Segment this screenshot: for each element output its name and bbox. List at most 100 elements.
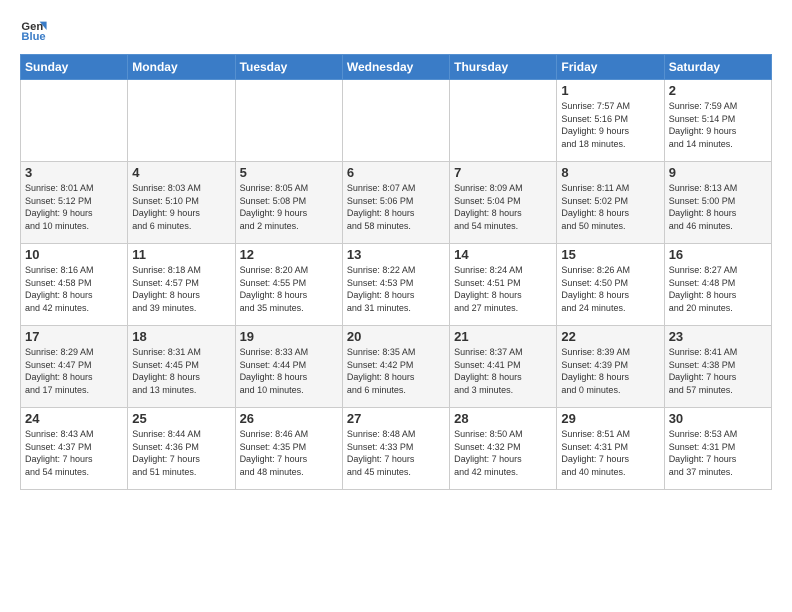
day-header-monday: Monday xyxy=(128,55,235,80)
day-number: 14 xyxy=(454,247,552,262)
day-info: Sunrise: 8:11 AM Sunset: 5:02 PM Dayligh… xyxy=(561,182,659,232)
day-info: Sunrise: 8:03 AM Sunset: 5:10 PM Dayligh… xyxy=(132,182,230,232)
calendar-container: Gen Blue SundayMondayTuesdayWednesdayThu… xyxy=(0,0,792,500)
day-number: 11 xyxy=(132,247,230,262)
day-info: Sunrise: 7:57 AM Sunset: 5:16 PM Dayligh… xyxy=(561,100,659,150)
day-number: 13 xyxy=(347,247,445,262)
day-number: 20 xyxy=(347,329,445,344)
day-info: Sunrise: 8:22 AM Sunset: 4:53 PM Dayligh… xyxy=(347,264,445,314)
day-cell xyxy=(128,80,235,162)
day-info: Sunrise: 8:07 AM Sunset: 5:06 PM Dayligh… xyxy=(347,182,445,232)
day-number: 25 xyxy=(132,411,230,426)
day-cell: 13 Sunrise: 8:22 AM Sunset: 4:53 PM Dayli… xyxy=(342,244,449,326)
day-info: Sunrise: 8:44 AM Sunset: 4:36 PM Dayligh… xyxy=(132,428,230,478)
day-number: 2 xyxy=(669,83,767,98)
day-info: Sunrise: 8:29 AM Sunset: 4:47 PM Dayligh… xyxy=(25,346,123,396)
day-info: Sunrise: 8:05 AM Sunset: 5:08 PM Dayligh… xyxy=(240,182,338,232)
day-cell: 24Sunrise: 8:43 AM Sunset: 4:37 PM Dayli… xyxy=(21,408,128,490)
week-row-4: 17Sunrise: 8:29 AM Sunset: 4:47 PM Dayli… xyxy=(21,326,772,408)
day-header-thursday: Thursday xyxy=(450,55,557,80)
day-info: Sunrise: 8:09 AM Sunset: 5:04 PM Dayligh… xyxy=(454,182,552,232)
day-info: Sunrise: 8:50 AM Sunset: 4:32 PM Dayligh… xyxy=(454,428,552,478)
day-header-wednesday: Wednesday xyxy=(342,55,449,80)
day-cell: 10 Sunrise: 8:16 AM Sunset: 4:58 PM Dayli… xyxy=(21,244,128,326)
day-cell: 12 Sunrise: 8:20 AM Sunset: 4:55 PM Dayli… xyxy=(235,244,342,326)
day-number: 23 xyxy=(669,329,767,344)
day-header-sunday: Sunday xyxy=(21,55,128,80)
header: Gen Blue xyxy=(20,16,772,44)
day-info: Sunrise: 8:01 AM Sunset: 5:12 PM Dayligh… xyxy=(25,182,123,232)
day-info: Sunrise: 8:24 AM Sunset: 4:51 PM Dayligh… xyxy=(454,264,552,314)
svg-text:Blue: Blue xyxy=(21,31,45,43)
day-info: Sunrise: 8:53 AM Sunset: 4:31 PM Dayligh… xyxy=(669,428,767,478)
day-cell xyxy=(450,80,557,162)
day-number: 8 xyxy=(561,165,659,180)
week-row-3: 10 Sunrise: 8:16 AM Sunset: 4:58 PM Dayli… xyxy=(21,244,772,326)
day-info: Sunrise: 8:16 AM Sunset: 4:58 PM Dayligh… xyxy=(25,264,123,314)
week-row-5: 24Sunrise: 8:43 AM Sunset: 4:37 PM Dayli… xyxy=(21,408,772,490)
day-cell: 1 Sunrise: 7:57 AM Sunset: 5:16 PM Daylig… xyxy=(557,80,664,162)
day-number: 1 xyxy=(561,83,659,98)
day-cell: 21 Sunrise: 8:37 AM Sunset: 4:41 PM Dayli… xyxy=(450,326,557,408)
day-cell xyxy=(342,80,449,162)
day-info: Sunrise: 8:35 AM Sunset: 4:42 PM Dayligh… xyxy=(347,346,445,396)
day-number: 27 xyxy=(347,411,445,426)
day-info: Sunrise: 8:26 AM Sunset: 4:50 PM Dayligh… xyxy=(561,264,659,314)
day-cell: 30 Sunrise: 8:53 AM Sunset: 4:31 PM Dayli… xyxy=(664,408,771,490)
day-number: 21 xyxy=(454,329,552,344)
day-cell xyxy=(21,80,128,162)
day-cell: 16Sunrise: 8:27 AM Sunset: 4:48 PM Dayli… xyxy=(664,244,771,326)
day-cell xyxy=(235,80,342,162)
day-cell: 23Sunrise: 8:41 AM Sunset: 4:38 PM Dayli… xyxy=(664,326,771,408)
day-info: Sunrise: 8:33 AM Sunset: 4:44 PM Dayligh… xyxy=(240,346,338,396)
day-cell: 28Sunrise: 8:50 AM Sunset: 4:32 PM Dayli… xyxy=(450,408,557,490)
day-info: Sunrise: 8:46 AM Sunset: 4:35 PM Dayligh… xyxy=(240,428,338,478)
day-header-tuesday: Tuesday xyxy=(235,55,342,80)
header-row: SundayMondayTuesdayWednesdayThursdayFrid… xyxy=(21,55,772,80)
day-info: Sunrise: 8:18 AM Sunset: 4:57 PM Dayligh… xyxy=(132,264,230,314)
day-cell: 25 Sunrise: 8:44 AM Sunset: 4:36 PM Dayli… xyxy=(128,408,235,490)
day-number: 15 xyxy=(561,247,659,262)
day-number: 29 xyxy=(561,411,659,426)
day-cell: 2 Sunrise: 7:59 AM Sunset: 5:14 PM Daylig… xyxy=(664,80,771,162)
day-info: Sunrise: 8:37 AM Sunset: 4:41 PM Dayligh… xyxy=(454,346,552,396)
day-info: Sunrise: 8:27 AM Sunset: 4:48 PM Dayligh… xyxy=(669,264,767,314)
day-number: 19 xyxy=(240,329,338,344)
day-header-friday: Friday xyxy=(557,55,664,80)
day-cell: 6Sunrise: 8:07 AM Sunset: 5:06 PM Daylig… xyxy=(342,162,449,244)
day-cell: 26 Sunrise: 8:46 AM Sunset: 4:35 PM Dayli… xyxy=(235,408,342,490)
day-number: 3 xyxy=(25,165,123,180)
logo-icon: Gen Blue xyxy=(20,16,48,44)
day-number: 9 xyxy=(669,165,767,180)
logo: Gen Blue xyxy=(20,16,52,44)
day-number: 22 xyxy=(561,329,659,344)
week-row-2: 3 Sunrise: 8:01 AM Sunset: 5:12 PM Daylig… xyxy=(21,162,772,244)
day-number: 10 xyxy=(25,247,123,262)
day-cell: 8 Sunrise: 8:11 AM Sunset: 5:02 PM Daylig… xyxy=(557,162,664,244)
day-cell: 7 Sunrise: 8:09 AM Sunset: 5:04 PM Daylig… xyxy=(450,162,557,244)
day-info: Sunrise: 8:20 AM Sunset: 4:55 PM Dayligh… xyxy=(240,264,338,314)
day-cell: 22 Sunrise: 8:39 AM Sunset: 4:39 PM Dayli… xyxy=(557,326,664,408)
day-number: 7 xyxy=(454,165,552,180)
day-info: Sunrise: 8:39 AM Sunset: 4:39 PM Dayligh… xyxy=(561,346,659,396)
day-cell: 20 Sunrise: 8:35 AM Sunset: 4:42 PM Dayli… xyxy=(342,326,449,408)
day-number: 24 xyxy=(25,411,123,426)
day-cell: 15 Sunrise: 8:26 AM Sunset: 4:50 PM Dayli… xyxy=(557,244,664,326)
day-cell: 29 Sunrise: 8:51 AM Sunset: 4:31 PM Dayli… xyxy=(557,408,664,490)
day-number: 30 xyxy=(669,411,767,426)
day-cell: 19 Sunrise: 8:33 AM Sunset: 4:44 PM Dayli… xyxy=(235,326,342,408)
week-row-1: 1 Sunrise: 7:57 AM Sunset: 5:16 PM Daylig… xyxy=(21,80,772,162)
day-cell: 4 Sunrise: 8:03 AM Sunset: 5:10 PM Daylig… xyxy=(128,162,235,244)
day-cell: 11 Sunrise: 8:18 AM Sunset: 4:57 PM Dayli… xyxy=(128,244,235,326)
day-info: Sunrise: 7:59 AM Sunset: 5:14 PM Dayligh… xyxy=(669,100,767,150)
day-number: 26 xyxy=(240,411,338,426)
day-number: 18 xyxy=(132,329,230,344)
day-info: Sunrise: 8:51 AM Sunset: 4:31 PM Dayligh… xyxy=(561,428,659,478)
day-number: 12 xyxy=(240,247,338,262)
day-header-saturday: Saturday xyxy=(664,55,771,80)
day-cell: 5Sunrise: 8:05 AM Sunset: 5:08 PM Daylig… xyxy=(235,162,342,244)
day-number: 4 xyxy=(132,165,230,180)
day-cell: 9Sunrise: 8:13 AM Sunset: 5:00 PM Daylig… xyxy=(664,162,771,244)
calendar-table: SundayMondayTuesdayWednesdayThursdayFrid… xyxy=(20,54,772,490)
day-cell: 17Sunrise: 8:29 AM Sunset: 4:47 PM Dayli… xyxy=(21,326,128,408)
